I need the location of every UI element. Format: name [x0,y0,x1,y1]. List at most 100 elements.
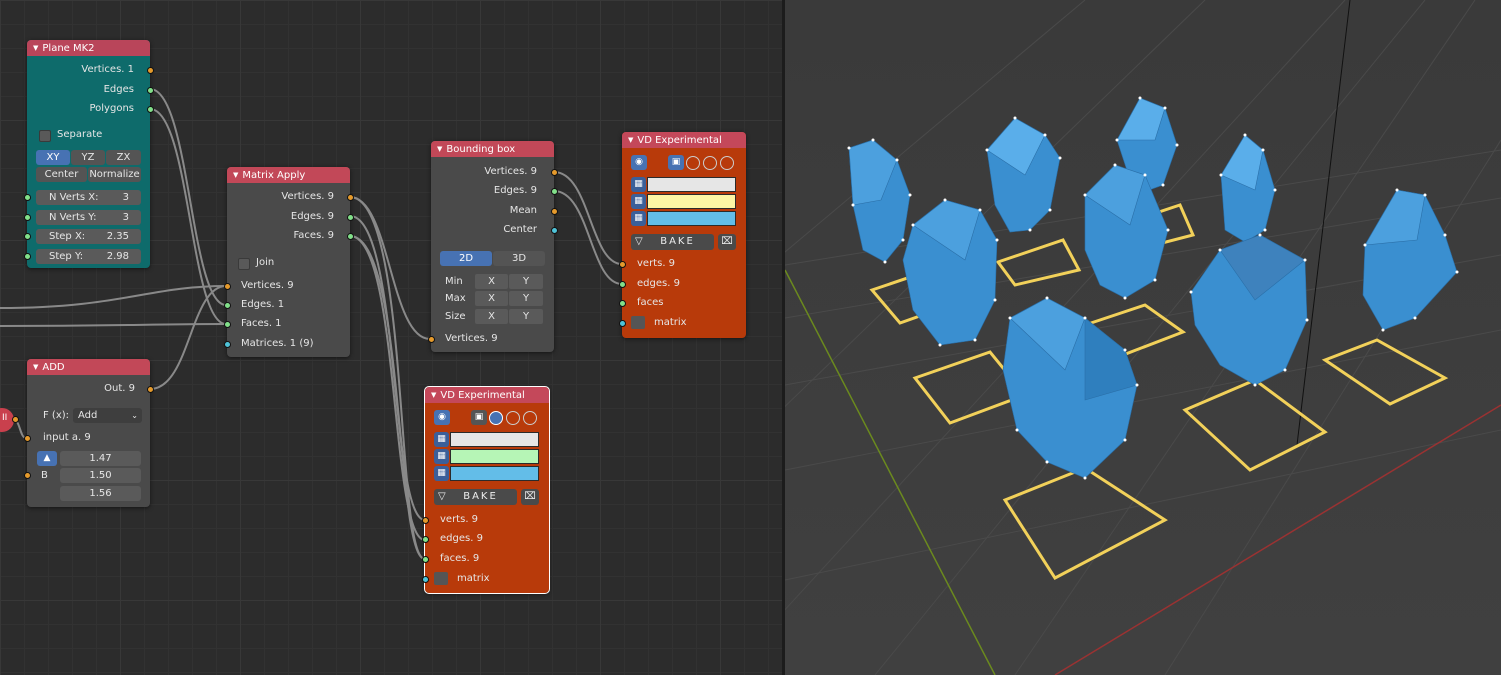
out-output-socket[interactable] [147,386,154,393]
center-output-socket[interactable] [551,227,558,234]
b-z-field[interactable]: 1.56 [60,486,141,501]
collapse-triangle-icon[interactable]: ▼ [628,136,633,144]
bake-button[interactable]: ▽ BAKE [434,489,517,505]
node-header[interactable]: ▼ VD Experimental [622,132,746,148]
collapse-triangle-icon[interactable]: ▼ [437,145,442,153]
display-edges-toggle-icon[interactable] [489,411,503,425]
plane-mk2-node[interactable]: ▼ Plane MK2 Vertices. 1 Edges Polygons Se… [24,40,154,268]
n-verts-y-input-socket[interactable] [24,214,31,221]
faces-input-socket[interactable] [224,321,231,328]
step-y-input-socket[interactable] [24,253,31,260]
node-header[interactable]: ▼ Bounding box [431,141,554,157]
join-checkbox[interactable] [238,258,250,270]
step-y-field[interactable]: Step Y: 2.98 [36,249,141,264]
collapse-triangle-icon[interactable]: ▼ [33,44,38,52]
function-dropdown[interactable]: Add ⌄ [73,408,142,423]
shading-toggle-icon[interactable] [720,156,734,170]
edge-color-swatch[interactable] [647,194,736,209]
face-color-swatch[interactable] [647,211,736,226]
normalize-toggle[interactable]: Normalize [88,167,141,182]
eye-icon[interactable]: ◉ [434,410,450,425]
n-verts-x-field[interactable]: N Verts X: 3 [36,190,141,205]
shading-toggle-icon[interactable] [523,411,537,425]
edges-input-socket[interactable] [619,281,626,288]
axis-zx-button[interactable]: ZX [106,150,141,165]
vertex-color-swatch[interactable] [450,432,539,447]
vertices-output-socket[interactable] [551,169,558,176]
b-x-field[interactable]: 1.47 [60,451,141,466]
max-x-toggle[interactable]: X [475,291,508,306]
matrices-input-socket[interactable] [224,341,231,348]
faces-input-socket[interactable] [619,300,626,307]
edge-color-swatch[interactable] [450,449,539,464]
vertices-output-socket[interactable] [147,67,154,74]
node-header[interactable]: ▼ ADD [27,359,150,375]
bake-button[interactable]: ▽ BAKE [631,234,714,250]
add-node[interactable]: ▼ ADD Out. 9 F (x): Add ⌄ input a. 9 ▲ 1.… [24,359,154,507]
bake-options-icon[interactable]: ⌧ [718,234,736,250]
reroute-socket[interactable] [12,416,19,423]
step-x-field[interactable]: Step X: 2.35 [36,229,141,244]
collapse-triangle-icon[interactable]: ▼ [33,363,38,371]
matrix-input-socket[interactable] [422,576,429,583]
bake-options-icon[interactable]: ⌧ [521,489,539,505]
verts-input-socket[interactable] [422,517,429,524]
min-x-toggle[interactable]: X [475,274,508,289]
edges-output-socket[interactable] [551,188,558,195]
n-verts-x-input-socket[interactable] [24,194,31,201]
size-x-toggle[interactable]: X [475,309,508,324]
vertices-output-socket[interactable] [347,194,354,201]
face-color-icon[interactable]: ▦ [631,211,646,226]
bounding-box-node[interactable]: ▼ Bounding box Vertices. 9 Edges. 9 Mean … [428,141,558,352]
vertex-color-swatch[interactable] [647,177,736,192]
edges-input-socket[interactable] [224,302,231,309]
center-toggle[interactable]: Center [36,167,87,182]
node-header[interactable]: ▼ VD Experimental [425,387,549,403]
n-verts-y-field[interactable]: N Verts Y: 3 [36,210,141,225]
node-header[interactable]: ▼ Plane MK2 [27,40,150,56]
edges-input-socket[interactable] [422,536,429,543]
vd-experimental-node-2[interactable]: ▼ VD Experimental ◉ ▣ ▦ ▦ ▦ ▽ BAKE ⌧ vert… [422,386,550,594]
edges-output-socket[interactable] [147,87,154,94]
faces-input-socket[interactable] [422,556,429,563]
axis-xy-button[interactable]: XY [36,150,70,165]
max-y-toggle[interactable]: Y [509,291,543,306]
edge-color-icon[interactable]: ▦ [631,194,646,209]
vector-mode-icon[interactable]: ▲ [37,451,57,466]
vertex-color-icon[interactable]: ▦ [434,432,449,447]
mode-3d-button[interactable]: 3D [493,251,545,266]
face-color-icon[interactable]: ▦ [434,466,449,481]
min-y-toggle[interactable]: Y [509,274,543,289]
matrix-input-socket[interactable] [619,320,626,327]
collapse-triangle-icon[interactable]: ▼ [233,171,238,179]
node-header[interactable]: ▼ Matrix Apply [227,167,350,183]
face-color-swatch[interactable] [450,466,539,481]
polygons-output-socket[interactable] [147,106,154,113]
edges-output-socket[interactable] [347,214,354,221]
size-y-toggle[interactable]: Y [509,309,543,324]
input-a-socket[interactable] [24,435,31,442]
collapse-triangle-icon[interactable]: ▼ [431,391,436,399]
b-input-socket[interactable] [24,472,31,479]
vertex-color-icon[interactable]: ▦ [631,177,646,192]
display-faces-toggle-icon[interactable] [506,411,520,425]
node-editor[interactable]: ▼ Plane MK2 Vertices. 1 Edges Polygons Se… [0,0,782,675]
display-verts-toggle-icon[interactable]: ▣ [668,155,684,170]
separate-checkbox[interactable] [39,130,51,142]
vd-experimental-node-1[interactable]: ▼ VD Experimental ◉ ▣ ▦ ▦ ▦ ▽ BAKE ⌧ vert… [619,132,746,338]
display-faces-toggle-icon[interactable] [703,156,717,170]
display-verts-toggle-icon[interactable]: ▣ [471,410,487,425]
faces-output-socket[interactable] [347,233,354,240]
step-x-input-socket[interactable] [24,233,31,240]
display-edges-toggle-icon[interactable] [686,156,700,170]
vertices-input-socket[interactable] [224,283,231,290]
b-y-field[interactable]: 1.50 [60,468,141,483]
vertices-input-socket[interactable] [428,336,435,343]
mean-output-socket[interactable] [551,208,558,215]
axis-yz-button[interactable]: YZ [71,150,105,165]
3d-viewport[interactable] [785,0,1501,675]
edge-color-icon[interactable]: ▦ [434,449,449,464]
matrix-apply-node[interactable]: ▼ Matrix Apply Vertices. 9 Edges. 9 Faces… [224,167,354,357]
eye-icon[interactable]: ◉ [631,155,647,170]
verts-input-socket[interactable] [619,261,626,268]
